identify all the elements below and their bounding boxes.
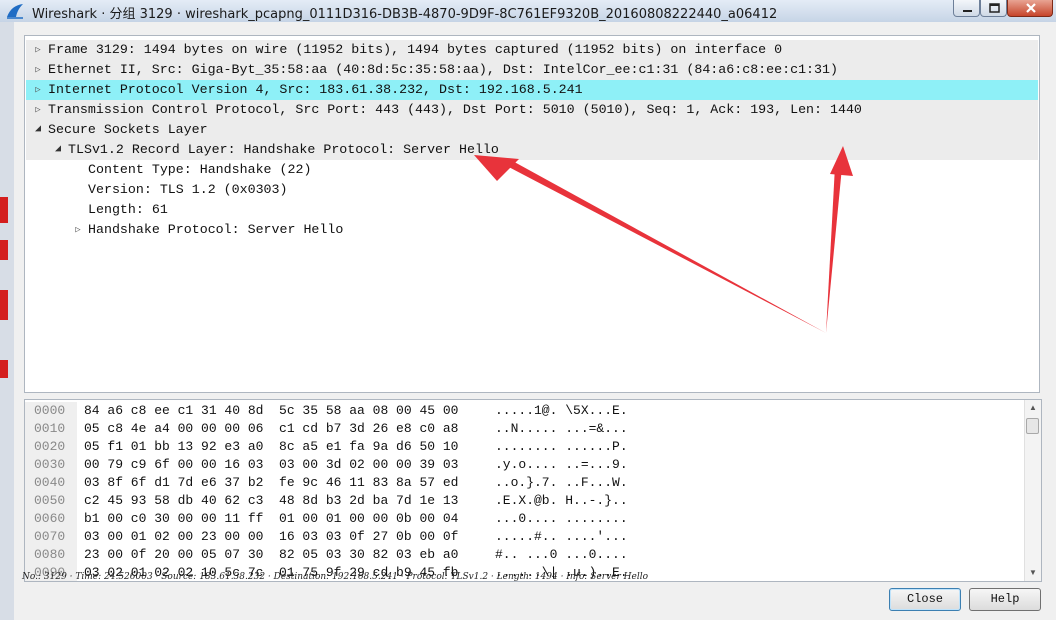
hex-offset: 0000 <box>34 403 66 418</box>
collapse-triangle-icon[interactable]: ◢ <box>31 120 45 140</box>
hex-bytes: b1 00 c0 30 00 00 11 ff 01 00 01 00 00 0… <box>84 511 459 526</box>
expand-triangle-icon[interactable]: ▷ <box>31 60 45 80</box>
tree-row-label: Version: TLS 1.2 (0x0303) <box>88 182 288 197</box>
maximize-button[interactable] <box>980 0 1007 17</box>
window-close-button[interactable] <box>1007 0 1053 17</box>
expand-triangle-icon[interactable]: ▷ <box>71 220 85 240</box>
tree-row-ethernet[interactable]: ▷ Ethernet II, Src: Giga-Byt_35:58:aa (4… <box>26 60 1038 80</box>
background-window-fragment <box>0 360 8 378</box>
hex-bytes: 23 00 0f 20 00 05 07 30 82 05 03 30 82 0… <box>84 547 459 562</box>
hex-ascii: #.. ...0 ...0.... <box>495 547 628 562</box>
hex-offset: 0050 <box>34 493 66 508</box>
wireshark-fin-icon <box>6 3 24 19</box>
tree-row-label: Handshake Protocol: Server Hello <box>88 222 344 237</box>
window-titlebar[interactable]: Wireshark · 分组 3129 · wireshark_pcapng_0… <box>0 0 1056 23</box>
tree-row-frame[interactable]: ▷ Frame 3129: 1494 bytes on wire (11952 … <box>26 40 1038 60</box>
hex-offset: 0020 <box>34 439 66 454</box>
packet-dialog: ▷ Frame 3129: 1494 bytes on wire (11952 … <box>14 22 1056 620</box>
scroll-up-arrow-icon[interactable]: ▲ <box>1025 400 1041 416</box>
tree-row-tls-record[interactable]: ◢ TLSv1.2 Record Layer: Handshake Protoc… <box>26 140 1038 160</box>
hex-bytes: 84 a6 c8 ee c1 31 40 8d 5c 35 58 aa 08 0… <box>84 403 459 418</box>
expand-triangle-icon[interactable]: ▷ <box>31 80 45 100</box>
tree-row-label: Transmission Control Protocol, Src Port:… <box>48 102 862 117</box>
tree-row-label: Ethernet II, Src: Giga-Byt_35:58:aa (40:… <box>48 62 838 77</box>
tree-row-label: Frame 3129: 1494 bytes on wire (11952 bi… <box>48 42 783 57</box>
hex-ascii: ..N..... ...=&... <box>495 421 628 436</box>
tree-row-tcp[interactable]: ▷ Transmission Control Protocol, Src Por… <box>26 100 1038 120</box>
hex-ascii: ...0.... ........ <box>495 511 628 526</box>
hex-offset: 0040 <box>34 475 66 490</box>
hex-bytes: 00 79 c9 6f 00 00 16 03 03 00 3d 02 00 0… <box>84 457 459 472</box>
hex-bytes: 03 00 01 02 00 23 00 00 16 03 03 0f 27 0… <box>84 529 459 544</box>
minimize-button[interactable] <box>953 0 980 17</box>
tree-row-ssl[interactable]: ◢ Secure Sockets Layer <box>26 120 1038 140</box>
hex-ascii: .....1@. \5X...E. <box>495 403 628 418</box>
background-window-fragment <box>0 240 8 260</box>
hex-offset: 0060 <box>34 511 66 526</box>
tree-row-length[interactable]: Length: 61 <box>26 200 1038 220</box>
hex-vertical-scrollbar[interactable]: ▲ ▼ <box>1024 400 1041 581</box>
scroll-down-arrow-icon[interactable]: ▼ <box>1025 565 1041 581</box>
hex-bytes: 03 8f 6f d1 7d e6 37 b2 fe 9c 46 11 83 8… <box>84 475 459 490</box>
hex-offset: 0030 <box>34 457 66 472</box>
packet-details-tree[interactable]: ▷ Frame 3129: 1494 bytes on wire (11952 … <box>24 35 1040 393</box>
expand-triangle-icon[interactable]: ▷ <box>31 100 45 120</box>
hex-bytes: 05 f1 01 bb 13 92 e3 a0 8c a5 e1 fa 9a d… <box>84 439 459 454</box>
tree-row-label: Content Type: Handshake (22) <box>88 162 312 177</box>
tree-row-handshake[interactable]: ▷ Handshake Protocol: Server Hello <box>26 220 1038 240</box>
tree-row-ipv4[interactable]: ▷ Internet Protocol Version 4, Src: 183.… <box>26 80 1038 100</box>
tree-row-label: Secure Sockets Layer <box>48 122 208 137</box>
collapse-triangle-icon[interactable]: ◢ <box>51 140 65 160</box>
scrollbar-thumb[interactable] <box>1026 418 1039 434</box>
tree-row-content-type[interactable]: Content Type: Handshake (22) <box>26 160 1038 180</box>
background-window-fragment <box>0 197 8 223</box>
hex-offset: 0080 <box>34 547 66 562</box>
window-title: Wireshark · 分组 3129 · wireshark_pcapng_0… <box>32 7 778 22</box>
hex-ascii: .y.o.... ..=...9. <box>495 457 628 472</box>
packet-bytes-pane[interactable]: 0000 84 a6 c8 ee c1 31 40 8d 5c 35 58 aa … <box>24 399 1042 582</box>
close-button[interactable]: Close <box>889 588 961 611</box>
hex-ascii: .....#.. ....'... <box>495 529 628 544</box>
hex-ascii: ........ ......P. <box>495 439 628 454</box>
hex-ascii: .E.X.@b. H..-.}.. <box>495 493 628 508</box>
background-window-edge <box>0 22 14 620</box>
hex-offset: 0070 <box>34 529 66 544</box>
packet-summary-status: No.: 3129 · Time: 24.526003 · Source: 18… <box>22 572 649 582</box>
hex-offset: 0010 <box>34 421 66 436</box>
background-window-fragment <box>0 290 8 320</box>
hex-bytes: 05 c8 4e a4 00 00 00 06 c1 cd b7 3d 26 e… <box>84 421 459 436</box>
expand-triangle-icon[interactable]: ▷ <box>31 40 45 60</box>
tree-row-version[interactable]: Version: TLS 1.2 (0x0303) <box>26 180 1038 200</box>
tree-row-label: Length: 61 <box>88 202 168 217</box>
hex-ascii: ..o.}.7. ..F...W. <box>495 475 628 490</box>
hex-bytes: c2 45 93 58 db 40 62 c3 48 8d b3 2d ba 7… <box>84 493 459 508</box>
tree-row-label: TLSv1.2 Record Layer: Handshake Protocol… <box>68 142 499 157</box>
tree-row-label: Internet Protocol Version 4, Src: 183.61… <box>48 82 583 97</box>
help-button[interactable]: Help <box>969 588 1041 611</box>
